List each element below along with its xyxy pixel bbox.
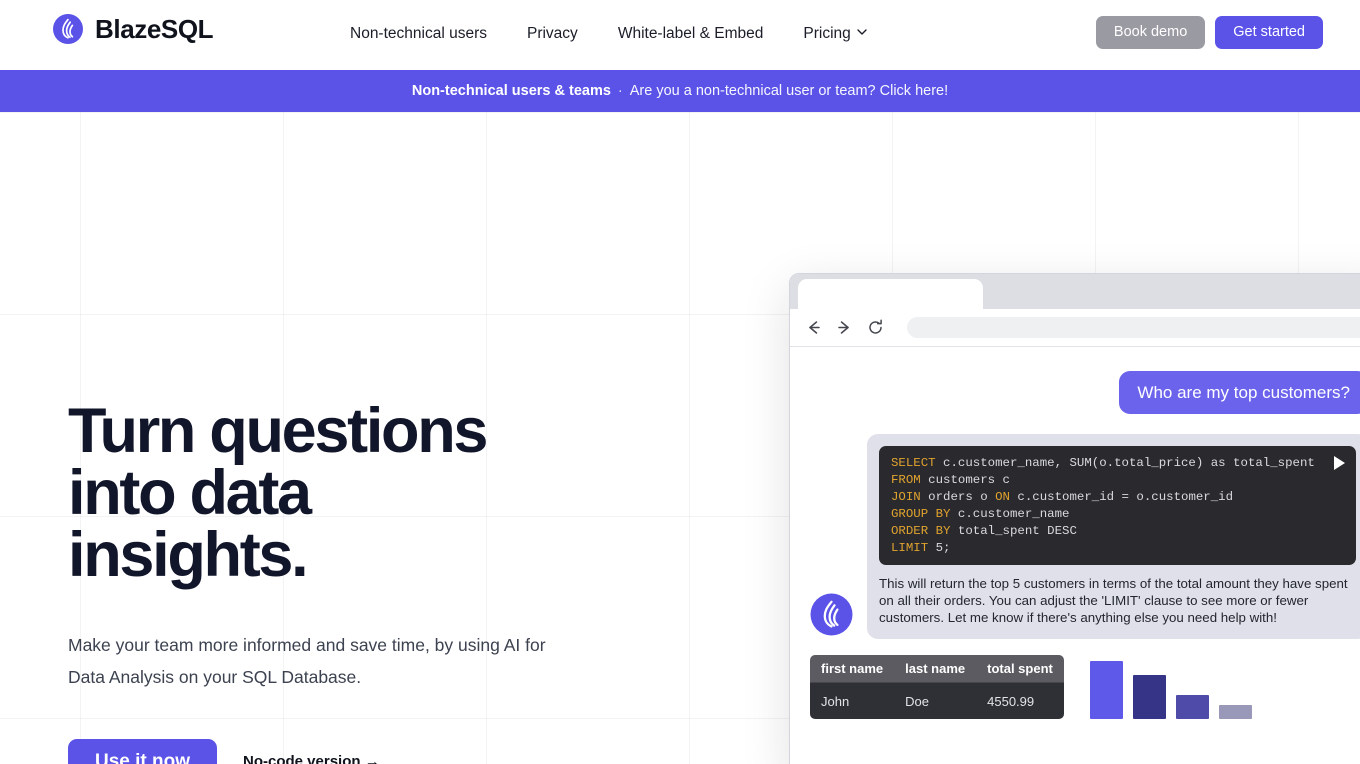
browser-mockup: Who are my top customers? SELECT c.custo… — [789, 273, 1360, 764]
site-header: BlazeSQL Non-technical users Privacy Whi… — [0, 0, 1360, 67]
nav-item-pricing[interactable]: Pricing — [783, 0, 885, 67]
book-demo-button[interactable]: Book demo — [1095, 16, 1206, 49]
sql-line: FROM customers c — [891, 472, 1010, 487]
nav-item-white-label-embed[interactable]: White-label & Embed — [598, 0, 784, 67]
nav-label: Non-technical users — [350, 25, 487, 42]
hero-subtitle: Make your team more informed and save ti… — [68, 635, 546, 687]
play-icon[interactable] — [1332, 455, 1346, 471]
chart-bar — [1175, 695, 1209, 720]
get-started-button[interactable]: Get started — [1215, 16, 1323, 49]
table-cell: 4550.99 — [976, 682, 1064, 720]
nav-label: White-label & Embed — [617, 25, 764, 42]
chat-panel: Who are my top customers? SELECT c.custo… — [790, 347, 1360, 764]
chart-bar — [1089, 661, 1123, 720]
promo-banner-text: Are you a non-technical user or team? Cl… — [629, 83, 949, 99]
nav-item-non-technical-users[interactable]: Non-technical users — [330, 0, 507, 67]
table-cell: Doe — [894, 682, 977, 720]
main-nav: Non-technical users Privacy White-label … — [330, 0, 886, 67]
browser-toolbar — [790, 309, 1360, 346]
url-bar[interactable] — [907, 317, 1360, 338]
table-body: John Doe 4550.99 — [810, 682, 1064, 720]
user-message-bubble: Who are my top customers? — [1119, 371, 1360, 414]
table-row: John Doe 4550.99 — [810, 682, 1064, 720]
chart-bar — [1218, 705, 1252, 720]
nav-label: Pricing — [803, 25, 851, 42]
promo-banner[interactable]: Non-technical users & teams · Are you a … — [0, 70, 1360, 112]
page-title: Turn questions into data insights. — [68, 396, 488, 590]
assistant-message-bubble: SELECT c.customer_name, SUM(o.total_pric… — [867, 434, 1360, 640]
sql-line: ORDER BY total_spent DESC — [891, 523, 1077, 538]
assistant-message-row: SELECT c.customer_name, SUM(o.total_pric… — [810, 434, 1360, 640]
brand-name: BlazeSQL — [95, 14, 214, 44]
sql-code-block: SELECT c.customer_name, SUM(o.total_pric… — [879, 446, 1356, 566]
header-actions: Book demo Get started — [1095, 16, 1323, 49]
promo-banner-separator: · — [617, 83, 623, 99]
flame-logo-icon — [810, 593, 853, 636]
hero-section: Turn questions into data insights. Make … — [68, 112, 768, 764]
browser-tab-strip — [790, 274, 1360, 309]
table-column-header: first name — [810, 655, 895, 683]
table-column-header: total spent — [976, 655, 1064, 683]
table-cell: John — [810, 682, 895, 720]
sql-line: JOIN orders o ON c.customer_id = o.custo… — [891, 489, 1234, 504]
use-it-now-button[interactable]: Use it now — [68, 739, 218, 764]
results-table: first name last name total spent John Doe 45… — [810, 655, 1064, 720]
user-message-row: Who are my top customers? — [810, 371, 1360, 414]
nav-label: Privacy — [526, 25, 578, 42]
flame-logo-icon — [52, 13, 84, 45]
sql-line: LIMIT 5; — [891, 540, 951, 555]
chart-bar — [1132, 675, 1166, 720]
assistant-explanation: This will return the top 5 customers in … — [879, 576, 1348, 626]
no-code-version-link[interactable]: No-code version → — [243, 753, 380, 764]
brand-logo[interactable]: BlazeSQL — [52, 13, 214, 45]
page-root: BlazeSQL Non-technical users Privacy Whi… — [0, 0, 1360, 764]
arrow-right-icon[interactable] — [835, 318, 854, 337]
browser-tab[interactable] — [798, 279, 983, 309]
results-bar-chart — [1089, 655, 1252, 720]
results-section: first name last name total spent John Doe 45… — [810, 639, 1360, 720]
nav-item-privacy[interactable]: Privacy — [507, 0, 598, 67]
table-column-header: last name — [894, 655, 977, 683]
sql-line: SELECT c.customer_name, SUM(o.total_pric… — [891, 456, 1315, 470]
reload-icon[interactable] — [866, 318, 885, 337]
hero-cta-group: Use it now No-code version → — [68, 739, 768, 764]
sql-line: GROUP BY c.customer_name — [891, 506, 1070, 521]
promo-banner-title: Non-technical users & teams — [411, 83, 611, 99]
arrow-left-icon[interactable] — [804, 318, 823, 337]
chevron-down-icon — [857, 27, 867, 36]
table-header-row: first name last name total spent — [810, 655, 1064, 683]
sql-code-text: SELECT c.customer_name, SUM(o.total_pric… — [891, 455, 1344, 556]
